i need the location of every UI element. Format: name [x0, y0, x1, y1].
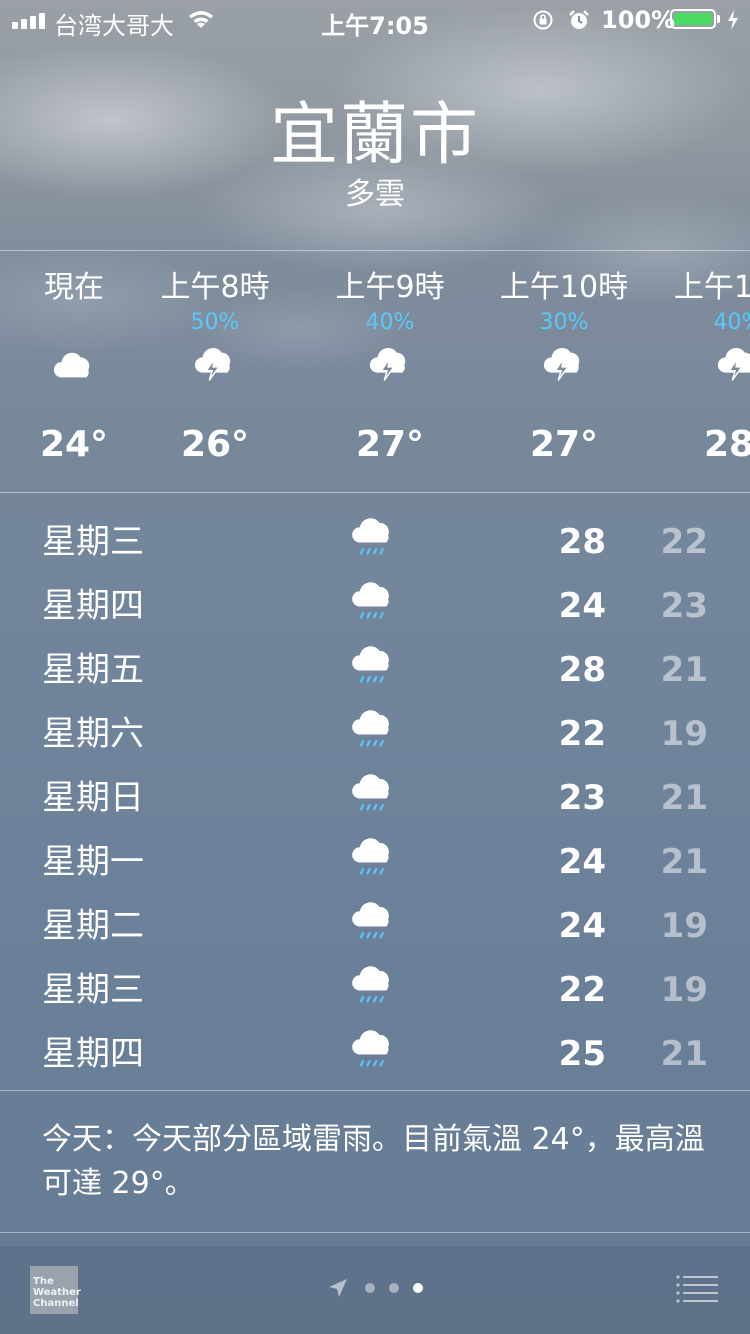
low-temperature: 23 — [660, 586, 708, 626]
low-temperature: 21 — [660, 1034, 708, 1074]
divider — [0, 1090, 750, 1091]
divider — [0, 1232, 750, 1233]
page-indicator-dot[interactable] — [365, 1283, 375, 1293]
divider — [0, 492, 750, 493]
high-temperature: 24 — [558, 586, 606, 626]
battery-cap — [717, 15, 720, 23]
high-temperature: 22 — [558, 970, 606, 1010]
high-temperature: 25 — [558, 1034, 606, 1074]
low-temperature: 21 — [660, 778, 708, 818]
daily-row: 星期四 25 21 — [0, 1022, 750, 1086]
thunderstorm-icon — [542, 346, 586, 384]
page-indicator-dot-active[interactable] — [413, 1283, 423, 1293]
weekday-label: 星期六 — [42, 714, 144, 754]
weekday-label: 星期五 — [42, 650, 144, 690]
weekday-label: 星期三 — [42, 970, 144, 1010]
rain-icon — [350, 516, 398, 564]
rain-icon — [350, 772, 398, 820]
daily-row: 星期一 24 21 — [0, 830, 750, 894]
daily-row: 星期六 22 19 — [0, 702, 750, 766]
hour-temperature: 27° — [355, 424, 425, 465]
low-temperature: 19 — [660, 714, 708, 754]
high-temperature: 23 — [558, 778, 606, 818]
rain-icon — [350, 708, 398, 756]
low-temperature: 21 — [660, 650, 708, 690]
status-bar: 台湾大哥大 上午7:05 100% — [0, 0, 750, 40]
city-list-icon[interactable] — [676, 1274, 718, 1304]
rain-icon — [350, 580, 398, 628]
daily-row: 星期三 28 22 — [0, 510, 750, 574]
current-condition: 多雲 — [345, 177, 405, 212]
low-temperature: 22 — [660, 522, 708, 562]
daily-row: 星期四 24 23 — [0, 574, 750, 638]
battery-percentage: 100% — [601, 6, 676, 34]
daily-row: 星期三 22 19 — [0, 958, 750, 1022]
rain-icon — [350, 644, 398, 692]
daily-row: 星期五 28 21 — [0, 638, 750, 702]
thunderstorm-icon — [193, 346, 237, 384]
hour-temperature: 27° — [529, 424, 599, 465]
charging-bolt-icon — [726, 9, 740, 37]
weekday-label: 星期三 — [42, 522, 144, 562]
thunderstorm-icon — [716, 346, 750, 384]
bottom-toolbar: The Weather Channel — [0, 1246, 750, 1334]
hour-label: 現在 — [44, 270, 104, 305]
alarm-icon — [568, 9, 590, 37]
high-temperature: 22 — [558, 714, 606, 754]
rain-icon — [350, 1028, 398, 1076]
hour-label: 上午9時 — [335, 270, 445, 305]
weather-channel-logo[interactable]: The Weather Channel — [30, 1266, 81, 1314]
city-name: 宜蘭市 — [269, 96, 480, 175]
weekday-label: 星期四 — [42, 1034, 144, 1074]
divider — [0, 250, 750, 251]
cloud-icon — [52, 346, 96, 384]
weekday-label: 星期一 — [42, 842, 144, 882]
hour-temperature: 24° — [39, 424, 109, 465]
orientation-lock-icon — [532, 9, 554, 37]
page-indicator-dot[interactable] — [389, 1283, 399, 1293]
high-temperature: 24 — [558, 842, 606, 882]
precip-chance: 40% — [365, 310, 415, 335]
current-location-icon[interactable] — [328, 1278, 348, 1302]
hour-temperature: 28° — [703, 424, 750, 465]
hour-temperature: 26° — [180, 424, 250, 465]
hourly-forecast[interactable]: 現在 24° 上午8時 50% 26° 上午9時 40% 27° 上午10時 30% 27° 上午11… — [0, 252, 750, 492]
high-temperature: 28 — [558, 522, 606, 562]
hour-label: 上午10時 — [499, 270, 629, 305]
hour-label: 上午8時 — [160, 270, 270, 305]
weekday-label: 星期二 — [42, 906, 144, 946]
daily-row: 星期日 23 21 — [0, 766, 750, 830]
rain-icon — [350, 964, 398, 1012]
battery-icon — [670, 9, 716, 29]
rain-icon — [350, 900, 398, 948]
precip-chance: 50% — [190, 310, 240, 335]
daily-row: 星期二 24 19 — [0, 894, 750, 958]
low-temperature: 19 — [660, 970, 708, 1010]
hour-label: 上午11時 — [673, 270, 750, 305]
low-temperature: 21 — [660, 842, 708, 882]
rain-icon — [350, 836, 398, 884]
weekday-label: 星期四 — [42, 586, 144, 626]
low-temperature: 19 — [660, 906, 708, 946]
weekday-label: 星期日 — [42, 778, 144, 818]
thunderstorm-icon — [368, 346, 412, 384]
precip-chance: 40% — [713, 310, 750, 335]
precip-chance: 30% — [539, 310, 589, 335]
today-summary: 今天：今天部分區域雷雨。目前氣溫 24°，最高溫可達 29°。 — [42, 1122, 705, 1201]
high-temperature: 28 — [558, 650, 606, 690]
high-temperature: 24 — [558, 906, 606, 946]
